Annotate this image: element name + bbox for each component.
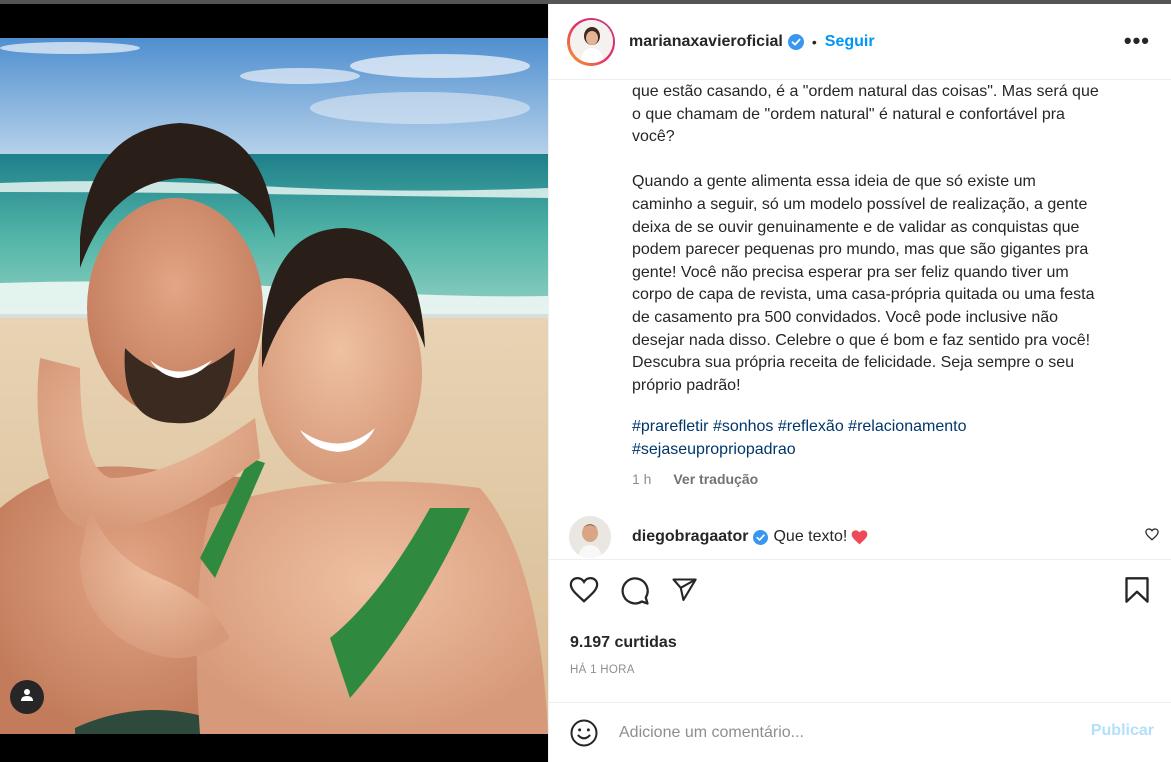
separator-dot: • xyxy=(811,33,817,50)
post-timestamp[interactable]: HÁ 1 HORA xyxy=(570,664,635,676)
post-actions: 9.197 curtidas HÁ 1 HORA xyxy=(549,559,1171,719)
commenter-username[interactable]: diegobragaator xyxy=(632,528,748,546)
publish-button[interactable]: Publicar xyxy=(1091,722,1154,740)
hashtag-link[interactable]: #sonhos xyxy=(713,418,774,435)
hashtag-link[interactable]: #sejaseupropriopadrao xyxy=(632,441,796,458)
comment-icon[interactable] xyxy=(620,576,650,611)
user-tag-button[interactable] xyxy=(10,680,44,714)
comment-like-icon[interactable] xyxy=(1145,528,1159,546)
translate-link[interactable]: Ver tradução xyxy=(673,471,758,487)
comment-bar: Publicar xyxy=(549,702,1171,762)
comment-input[interactable] xyxy=(619,723,1059,742)
caption-age: 1 h xyxy=(632,471,652,487)
red-heart-emoji xyxy=(851,529,868,545)
hashtag-link[interactable]: #prarefletir xyxy=(632,418,708,435)
follow-button[interactable]: Seguir xyxy=(825,33,875,51)
bookmark-icon[interactable] xyxy=(1124,576,1150,609)
user-tag-icon xyxy=(20,688,34,707)
photo-area xyxy=(0,4,548,762)
instagram-post-viewer: marianaxavieroficial • Seguir ••• que es… xyxy=(0,0,1171,762)
author-username[interactable]: marianaxavieroficial xyxy=(629,33,783,51)
verified-badge-icon xyxy=(787,33,804,50)
comment-row: diegobragaator Que texto! xyxy=(569,516,1159,558)
more-options-button[interactable]: ••• xyxy=(1124,28,1150,54)
paper-plane-icon[interactable] xyxy=(670,576,698,609)
commenter-avatar[interactable] xyxy=(569,516,611,558)
caption-hashtags: #prarefletir #sonhos #reflexão #relacion… xyxy=(632,415,1132,462)
post-photo[interactable] xyxy=(0,38,548,734)
comment-text: Que texto! xyxy=(773,528,848,545)
smiley-icon[interactable] xyxy=(569,718,599,748)
post-caption: que estão casando, é a "ordem natural da… xyxy=(632,83,1099,394)
caption-scroll-area[interactable]: que estão casando, é a "ordem natural da… xyxy=(549,81,1171,559)
post-side-panel: marianaxavieroficial • Seguir ••• que es… xyxy=(548,4,1171,762)
hashtag-link[interactable]: #relacionamento xyxy=(848,418,966,435)
author-avatar[interactable] xyxy=(567,17,615,66)
hashtag-link[interactable]: #reflexão xyxy=(778,418,844,435)
verified-badge-icon xyxy=(753,529,769,545)
post-header: marianaxavieroficial • Seguir ••• xyxy=(549,4,1171,80)
likes-count[interactable]: 9.197 curtidas xyxy=(570,634,677,652)
caption-meta: 1 h Ver tradução xyxy=(632,471,758,487)
heart-icon[interactable] xyxy=(569,576,599,609)
